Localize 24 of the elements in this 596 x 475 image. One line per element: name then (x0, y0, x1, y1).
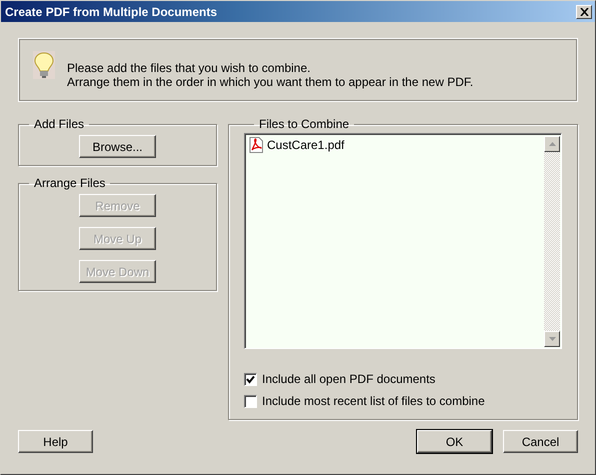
group-label: Files to Combine (258, 117, 350, 131)
pdf-file-icon (249, 137, 263, 153)
checkbox[interactable] (244, 394, 257, 408)
dialog-button[interactable]: OK (417, 430, 492, 453)
scroll-down-button[interactable] (544, 331, 560, 347)
close-button[interactable] (576, 4, 592, 18)
group-label: Add Files (33, 117, 86, 131)
lightbulb-icon (33, 51, 55, 79)
file-name[interactable]: CustCare1.pdf (267, 138, 344, 152)
instruction-text: Please add the files that you wish to combine. (67, 61, 312, 75)
scrollbar[interactable] (544, 136, 560, 347)
instruction-text: Arrange them in the order in which you want them to appear in the new PDF. (67, 75, 474, 89)
checkbox[interactable] (244, 372, 257, 386)
checkbox-label[interactable]: Include most recent list of files to combine (262, 394, 485, 408)
browse-button[interactable]: Browse... (79, 135, 156, 158)
window-title: Create PDF from Multiple Documents (5, 4, 218, 18)
checkbox-label[interactable]: Include all open PDF documents (262, 372, 436, 386)
close-icon (580, 8, 588, 16)
group-label: Arrange Files (33, 176, 106, 190)
dialog-button[interactable]: Help (18, 430, 93, 453)
up-arrow-icon (548, 142, 556, 146)
scroll-up-button[interactable] (544, 136, 560, 152)
dialog-button[interactable]: Cancel (503, 430, 578, 453)
down-arrow-icon (548, 337, 556, 341)
